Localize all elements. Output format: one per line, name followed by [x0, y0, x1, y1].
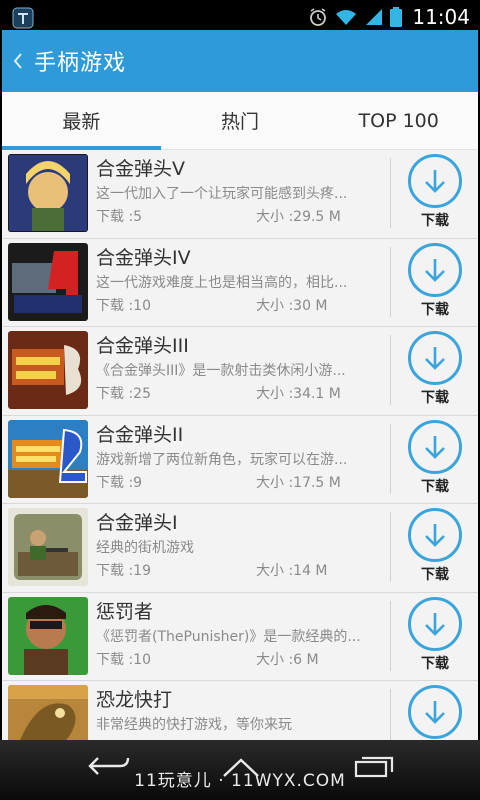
game-name: 惩罚者	[96, 600, 154, 623]
download-icon	[408, 685, 462, 739]
tab-bar: 最新 热门 TOP 100	[2, 92, 478, 150]
download-button[interactable]: 下载	[404, 154, 466, 234]
list-item[interactable]: 合金弹头I 经典的街机游戏 下载 :19 大小 :14 M 下载	[2, 504, 478, 593]
download-label: 下载	[421, 478, 449, 495]
file-size: 大小 :30 M	[256, 297, 328, 314]
game-thumbnail	[8, 596, 88, 675]
download-icon	[408, 331, 462, 385]
download-label: 下载	[421, 655, 449, 672]
divider	[390, 158, 391, 228]
tab-label: 热门	[221, 111, 260, 133]
download-count: 下载 :5	[96, 209, 143, 225]
download-button[interactable]: 下载	[404, 596, 466, 677]
download-count: 下载 :10	[96, 297, 151, 314]
file-size: 大小 :17.5 M	[256, 474, 341, 491]
download-icon	[408, 154, 462, 208]
game-description: 游戏新增了两位新角色，玩家可以在游...	[96, 451, 348, 468]
game-description: 经典的街机游戏	[96, 540, 194, 556]
download-label: 下载	[421, 301, 449, 318]
game-name: 恐龙快打	[96, 689, 173, 711]
game-thumbnail	[8, 242, 88, 321]
download-icon	[408, 596, 462, 651]
download-button[interactable]: 下载	[404, 685, 466, 740]
game-name: 合金弹头IV	[96, 246, 191, 269]
download-count: 下载 :10	[96, 651, 151, 668]
app-shield-icon	[12, 7, 34, 29]
list-item[interactable]: 合金弹头III 《合金弹头III》是一款射击类休闲小游... 下载 :25 大小…	[2, 327, 478, 416]
tab-hot[interactable]: 热门	[161, 92, 320, 149]
list-item[interactable]: 合金弹头IV 这一代游戏难度上也是相当高的，相比... 下载 :10 大小 :3…	[2, 238, 478, 327]
download-button[interactable]: 下载	[404, 419, 466, 500]
game-description: 《合金弹头III》是一款射击类休闲小游...	[96, 363, 346, 379]
tab-label: 最新	[62, 111, 101, 133]
download-count: 下载 :19	[96, 563, 151, 579]
download-button[interactable]: 下载	[404, 242, 466, 323]
download-icon	[408, 242, 462, 297]
tab-latest[interactable]: 最新	[2, 92, 161, 150]
game-thumbnail	[8, 508, 88, 586]
list-item[interactable]: 惩罚者 《惩罚者(ThePunisher)》是一款经典的... 下载 :10 大…	[2, 592, 478, 681]
divider	[390, 689, 391, 740]
download-icon	[408, 508, 462, 562]
phone-frame: 11:04 手柄游戏 最新 热门 TOP 100 合金弹头V 这一代加入了一个让…	[0, 0, 480, 800]
divider	[390, 423, 391, 494]
game-name: 合金弹头I	[96, 512, 178, 534]
download-count: 下载 :25	[96, 386, 151, 402]
game-thumbnail	[8, 419, 88, 498]
back-button[interactable]	[2, 51, 34, 71]
game-description: 《惩罚者(ThePunisher)》是一款经典的...	[96, 628, 361, 645]
download-label: 下载	[421, 567, 449, 583]
download-button[interactable]: 下载	[404, 508, 466, 588]
download-label: 下载	[421, 213, 449, 229]
navigation-bar: 11玩意儿 · 11WYX.COM	[0, 740, 480, 800]
wifi-icon	[336, 10, 357, 25]
tab-top100[interactable]: TOP 100	[319, 92, 478, 149]
game-name: 合金弹头II	[96, 423, 184, 446]
action-bar: 手柄游戏	[2, 30, 478, 92]
page-title: 手柄游戏	[34, 51, 127, 76]
alarm-icon	[310, 8, 327, 26]
download-button[interactable]: 下载	[404, 331, 466, 411]
game-description: 这一代加入了一个让玩家可能感到头疼...	[96, 186, 348, 202]
file-size: 大小 :14 M	[256, 563, 328, 579]
game-name: 合金弹头III	[96, 335, 189, 357]
status-time: 11:04	[412, 5, 470, 29]
battery-icon	[390, 7, 403, 27]
download-label: 下载	[421, 390, 449, 406]
game-thumbnail	[8, 685, 88, 740]
list-item[interactable]: 合金弹头II 游戏新增了两位新角色，玩家可以在游... 下载 :9 大小 :17…	[2, 415, 478, 504]
divider	[390, 335, 391, 405]
tab-label: TOP 100	[358, 109, 439, 132]
file-size: 大小 :29.5 M	[256, 209, 341, 225]
game-description: 非常经典的快打游戏，等你来玩	[96, 717, 292, 733]
list-item[interactable]: 合金弹头V 这一代加入了一个让玩家可能感到头疼... 下载 :5 大小 :29.…	[2, 150, 478, 239]
divider	[390, 600, 391, 671]
game-description: 这一代游戏难度上也是相当高的，相比...	[96, 274, 348, 291]
game-list[interactable]: 合金弹头V 这一代加入了一个让玩家可能感到头疼... 下载 :5 大小 :29.…	[2, 150, 478, 740]
divider	[390, 246, 391, 317]
watermark-text: 11玩意儿 · 11WYX.COM	[134, 771, 346, 791]
file-size: 大小 :6 M	[256, 651, 319, 668]
game-name: 合金弹头V	[96, 158, 185, 180]
status-bar: 11:04	[2, 4, 478, 30]
signal-icon	[366, 9, 383, 25]
chevron-left-icon	[13, 53, 22, 69]
download-count: 下载 :9	[96, 474, 143, 491]
list-item[interactable]: 恐龙快打 非常经典的快打游戏，等你来玩 下载	[2, 681, 478, 740]
divider	[390, 512, 391, 582]
file-size: 大小 :34.1 M	[256, 386, 341, 402]
game-thumbnail	[8, 154, 88, 232]
game-thumbnail	[8, 331, 88, 409]
download-icon	[408, 419, 462, 474]
